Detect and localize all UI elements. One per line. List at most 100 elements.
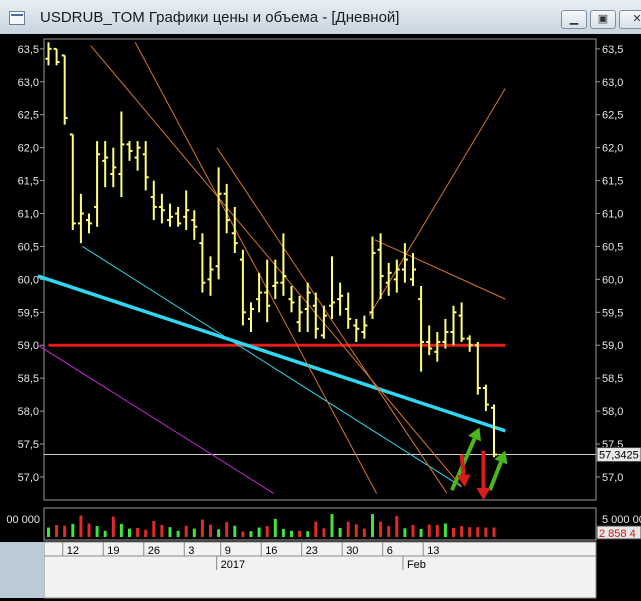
volume-bar[interactable] bbox=[427, 524, 431, 537]
volume-bar[interactable] bbox=[290, 530, 293, 537]
y-tick-label-right: 63,0 bbox=[602, 77, 623, 89]
y-tick-label-left: 63,5 bbox=[18, 44, 39, 56]
volume-bar[interactable] bbox=[330, 514, 334, 537]
forecast-arrow bbox=[459, 454, 466, 476]
volume-bar[interactable] bbox=[103, 530, 107, 537]
volume-bar[interactable] bbox=[395, 515, 399, 537]
x-tick-label: 12 bbox=[67, 545, 79, 557]
x-tick-label: 16 bbox=[265, 545, 277, 557]
volume-bar[interactable] bbox=[314, 521, 318, 537]
date-axis bbox=[43, 541, 597, 599]
volume-bar[interactable] bbox=[71, 523, 75, 537]
volume-panel[interactable] bbox=[43, 507, 597, 541]
volume-bar[interactable] bbox=[47, 527, 50, 537]
drawn-line-trend bbox=[37, 274, 506, 433]
last-price-label: 57,3425 bbox=[599, 450, 639, 462]
volume-bar[interactable] bbox=[492, 527, 496, 537]
forecast-arrow-head bbox=[476, 488, 491, 500]
y-tick-label-left: 63,0 bbox=[18, 77, 39, 89]
volume-bar[interactable] bbox=[338, 527, 342, 537]
volume-bar[interactable] bbox=[298, 530, 302, 537]
volume-bar[interactable] bbox=[200, 519, 204, 537]
volume-bar[interactable] bbox=[209, 524, 212, 537]
drawn-line-fan-2 bbox=[134, 42, 377, 494]
volume-bar[interactable] bbox=[476, 527, 480, 537]
volume-bar[interactable] bbox=[168, 527, 172, 537]
volume-bar[interactable] bbox=[225, 522, 229, 537]
volume-bar[interactable] bbox=[322, 528, 326, 537]
price-panel[interactable] bbox=[43, 38, 597, 501]
volume-bar[interactable] bbox=[346, 521, 350, 537]
y-tick-label-left: 59,0 bbox=[18, 340, 39, 352]
y-tick-label-left: 60,0 bbox=[18, 274, 39, 286]
volume-bar[interactable] bbox=[265, 526, 269, 537]
forecast-arrow bbox=[488, 461, 503, 491]
y-tick-label-left: 62,0 bbox=[18, 143, 39, 155]
volume-bar[interactable] bbox=[63, 525, 67, 537]
y-tick-label-right: 61,0 bbox=[602, 209, 623, 221]
volume-bar[interactable] bbox=[176, 530, 180, 537]
date-axis-gutter bbox=[0, 542, 44, 598]
y-tick-label-right: 58,5 bbox=[602, 373, 623, 385]
volume-bar[interactable] bbox=[184, 525, 188, 537]
y-tick-label-right: 61,5 bbox=[602, 176, 623, 188]
volume-last-label: 2 858 4 bbox=[599, 528, 636, 540]
volume-tick-label-right: 5 000 000 bbox=[602, 514, 641, 526]
x-tick-label: 26 bbox=[148, 545, 160, 557]
volume-bar[interactable] bbox=[362, 528, 366, 537]
volume-bar[interactable] bbox=[233, 525, 237, 537]
volume-bar[interactable] bbox=[257, 527, 261, 537]
y-tick-label-right: 60,5 bbox=[602, 241, 623, 253]
y-tick-label-left: 58,0 bbox=[18, 406, 39, 418]
volume-bar[interactable] bbox=[435, 525, 439, 537]
x-tick-label: 9 bbox=[225, 545, 231, 557]
volume-bar[interactable] bbox=[87, 523, 91, 537]
volume-bar[interactable] bbox=[419, 529, 423, 537]
volume-bar[interactable] bbox=[484, 527, 488, 537]
y-tick-label-left: 62,5 bbox=[18, 110, 39, 122]
volume-bar[interactable] bbox=[79, 515, 83, 537]
volume-bar[interactable] bbox=[379, 521, 383, 537]
x-tick-label: 19 bbox=[107, 545, 119, 557]
x-tick-label: 6 bbox=[387, 545, 393, 557]
volume-bar[interactable] bbox=[452, 527, 455, 537]
volume-bar[interactable] bbox=[136, 527, 140, 537]
volume-bar[interactable] bbox=[273, 518, 277, 537]
volume-bar[interactable] bbox=[403, 528, 407, 537]
chart-window: USDRUB_TOM Графики цены и объема - [Днев… bbox=[0, 0, 641, 601]
volume-bar[interactable] bbox=[306, 531, 310, 537]
y-tick-label-left: 57,0 bbox=[18, 472, 39, 484]
y-tick-label-right: 58,0 bbox=[602, 406, 623, 418]
volume-bar[interactable] bbox=[217, 529, 221, 537]
volume-bar[interactable] bbox=[281, 529, 285, 537]
volume-bar[interactable] bbox=[160, 525, 164, 537]
volume-bar[interactable] bbox=[411, 525, 415, 537]
volume-bar[interactable] bbox=[128, 528, 131, 537]
x-tick-label: 23 bbox=[306, 545, 318, 557]
volume-bar[interactable] bbox=[443, 523, 447, 537]
y-tick-label-left: 61,5 bbox=[18, 176, 39, 188]
volume-bar[interactable] bbox=[55, 525, 59, 537]
volume-bar[interactable] bbox=[241, 531, 245, 537]
period-label: 2017 bbox=[221, 559, 245, 571]
y-tick-label-right: 57,0 bbox=[602, 472, 623, 484]
y-tick-label-left: 60,5 bbox=[18, 241, 39, 253]
x-tick-label: 3 bbox=[188, 545, 194, 557]
volume-bar[interactable] bbox=[192, 528, 196, 537]
volume-bar[interactable] bbox=[354, 524, 358, 537]
volume-bar[interactable] bbox=[152, 521, 156, 537]
price-volume-chart[interactable]: 63,5 63,5 63,0 63,0 62,5 62,5 62,0 62,0 61,5 61,5… bbox=[0, 0, 641, 601]
volume-bar[interactable] bbox=[144, 529, 148, 537]
volume-bar[interactable] bbox=[468, 527, 472, 537]
volume-bar[interactable] bbox=[95, 526, 99, 537]
volume-bar[interactable] bbox=[387, 526, 391, 537]
volume-bar[interactable] bbox=[371, 514, 374, 537]
volume-bar[interactable] bbox=[119, 523, 123, 537]
volume-tick-label-left: 00 000 bbox=[6, 514, 40, 526]
y-tick-label-left: 58,5 bbox=[18, 373, 39, 385]
volume-bar[interactable] bbox=[249, 531, 253, 537]
volume-bar[interactable] bbox=[111, 516, 115, 537]
y-tick-label-right: 59,0 bbox=[602, 340, 623, 352]
volume-bar[interactable] bbox=[460, 526, 464, 537]
y-tick-label-left: 59,5 bbox=[18, 307, 39, 319]
